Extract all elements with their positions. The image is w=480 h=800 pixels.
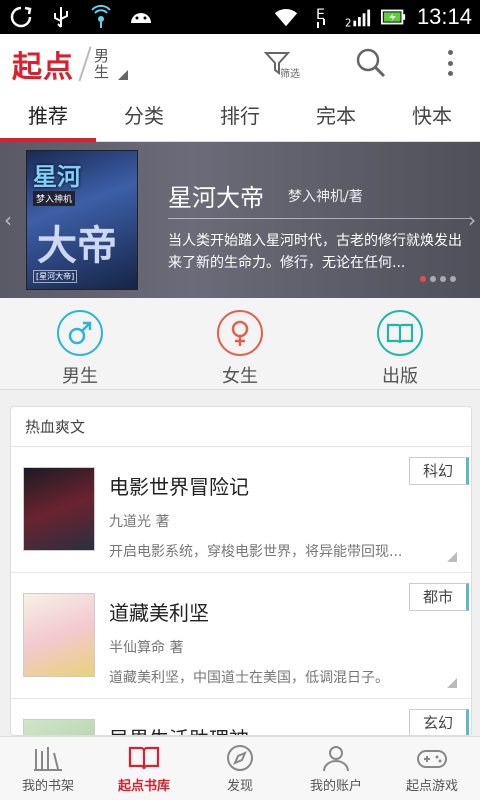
android-icon xyxy=(128,4,154,30)
chevron-right-icon[interactable]: › xyxy=(468,208,476,232)
more-dot-icon xyxy=(447,60,453,66)
featured-banner[interactable]: ‹ 星河 梦入神机 大帝 [星河大帝] 星河大帝 梦入神机/著 当人类开始踏入星… xyxy=(0,142,480,298)
list-item[interactable]: 电影世界冒险记 九道光 著 开启电影系统，穿梭电影世界，将异能带回现... 科幻 xyxy=(11,447,471,573)
wifi-hotspot-icon xyxy=(88,4,114,30)
bookshelf-icon xyxy=(34,747,62,771)
nav-label: 起点书库 xyxy=(117,779,170,794)
book-cover xyxy=(23,719,95,735)
nav-label: 我的账户 xyxy=(309,779,362,794)
section-title: 热血爽文 xyxy=(11,407,471,447)
book-genre-tag[interactable]: 玄幻 xyxy=(409,709,469,735)
book-cover xyxy=(23,593,95,677)
nav-label: 我的书架 xyxy=(21,779,74,794)
list-item[interactable]: 道藏美利坚 半仙算命 著 道藏美利坚，中国道士在美国，低调混日子。 都市 xyxy=(11,573,471,699)
hot-books-section: 热血爽文 电影世界冒险记 九道光 著 开启电影系统，穿梭电影世界，将异能带回现.… xyxy=(10,406,472,736)
compass-icon xyxy=(227,745,253,771)
status-bar: E 2 13:14 xyxy=(0,0,480,34)
category-publish[interactable]: 出版 xyxy=(320,298,480,389)
book-description: 开启电影系统，穿梭电影世界，将异能带回现... xyxy=(109,544,403,560)
nav-label: 发现 xyxy=(226,779,253,794)
category-male[interactable]: 男生 xyxy=(0,298,160,389)
nav-label: 起点游戏 xyxy=(405,779,458,794)
app-header: 起点 男生 筛选 xyxy=(0,34,480,94)
nav-library[interactable]: 起点书库 xyxy=(96,737,192,800)
cover-big-title: 大帝 xyxy=(37,222,117,269)
tab-categories[interactable]: 分类 xyxy=(96,94,192,141)
search-icon xyxy=(356,48,386,78)
pagination-dot[interactable] xyxy=(440,276,446,282)
cover-tag: [星河大帝] xyxy=(33,270,78,283)
caret-down-icon xyxy=(118,70,128,80)
gamepad-icon xyxy=(417,750,447,768)
corner-indicator-icon xyxy=(447,552,457,562)
gender-selector[interactable]: 男生 xyxy=(94,48,112,80)
banner-pagination xyxy=(420,276,456,282)
wifi-icon xyxy=(273,4,299,30)
more-dot-icon xyxy=(447,71,453,76)
bottom-navigation: 我的书架 起点书库 发现 我的账户 起点游戏 xyxy=(0,736,480,800)
tab-quick[interactable]: 快本 xyxy=(384,94,480,141)
book-cover xyxy=(23,467,95,551)
category-publish-label: 出版 xyxy=(382,366,418,387)
banner-author: 梦入神机/著 xyxy=(288,189,363,205)
nav-account[interactable]: 我的账户 xyxy=(288,737,384,800)
category-shortcuts: 男生 女生 出版 xyxy=(0,298,480,390)
svg-text:2: 2 xyxy=(345,18,352,29)
category-female-label: 女生 xyxy=(222,366,258,387)
pagination-dot[interactable] xyxy=(420,276,426,282)
usb-icon xyxy=(48,4,74,30)
book-title: 道藏美利坚 xyxy=(109,601,209,625)
pagination-dot[interactable] xyxy=(450,276,456,282)
nav-bookshelf[interactable]: 我的书架 xyxy=(0,737,96,800)
category-male-label: 男生 xyxy=(62,366,98,387)
list-item[interactable]: 异界生活助理神 玄幻 xyxy=(11,699,471,735)
book-icon xyxy=(377,310,423,356)
filter-label: 筛选 xyxy=(280,69,300,80)
more-menu-button[interactable] xyxy=(440,46,460,80)
tab-completed[interactable]: 完本 xyxy=(288,94,384,141)
book-title: 电影世界冒险记 xyxy=(109,475,249,499)
nav-games[interactable]: 起点游戏 xyxy=(384,737,480,800)
tab-ranking[interactable]: 排行 xyxy=(192,94,288,141)
book-title: 异界生活助理神 xyxy=(109,723,249,735)
category-tabs: 推荐 分类 排行 完本 快本 xyxy=(0,94,480,142)
book-genre-tag[interactable]: 科幻 xyxy=(409,457,469,485)
chevron-left-icon[interactable]: ‹ xyxy=(4,208,12,232)
banner-divider xyxy=(168,218,470,219)
search-button[interactable] xyxy=(354,46,388,80)
pagination-dot[interactable] xyxy=(430,276,436,282)
cover-subtitle: 梦入神机 xyxy=(33,191,76,206)
female-icon xyxy=(217,310,263,356)
more-dot-icon xyxy=(447,50,453,55)
banner-title: 星河大帝 xyxy=(168,184,264,212)
banner-book-cover[interactable]: 星河 梦入神机 大帝 [星河大帝] xyxy=(26,150,138,290)
category-female[interactable]: 女生 xyxy=(160,298,320,389)
app-logo[interactable]: 起点 xyxy=(12,42,74,86)
corner-indicator-icon xyxy=(447,678,457,688)
filter-button[interactable]: 筛选 xyxy=(262,48,308,82)
edge-signal-icon: E xyxy=(309,4,335,30)
male-icon xyxy=(57,310,103,356)
book-genre-tag[interactable]: 都市 xyxy=(409,583,469,611)
status-time: 13:14 xyxy=(416,4,472,29)
book-author: 九道光 著 xyxy=(109,514,170,530)
user-icon xyxy=(323,746,349,772)
cover-title: 星河 xyxy=(33,162,81,191)
banner-description: 当人类开始踏入星河时代，古老的修行就焕发出来了新的生命力。修行，无论在任何... xyxy=(168,233,462,271)
tab-recommend[interactable]: 推荐 xyxy=(0,94,96,142)
nav-discover[interactable]: 发现 xyxy=(192,737,288,800)
battery-charging-icon xyxy=(380,4,407,30)
book-author: 半仙算命 著 xyxy=(109,640,184,656)
sync-icon xyxy=(8,4,34,30)
cell-signal-icon: 2 xyxy=(345,4,371,30)
book-description: 道藏美利坚，中国道士在美国，低调混日子。 xyxy=(109,670,389,686)
header-divider xyxy=(78,46,92,82)
open-book-icon xyxy=(128,746,160,770)
